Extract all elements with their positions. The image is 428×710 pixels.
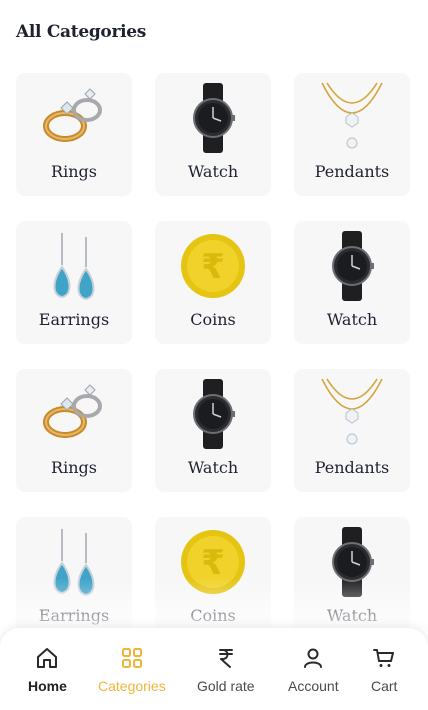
category-label: Coins (190, 310, 236, 329)
nav-label-gold-rate: Gold rate (197, 678, 255, 694)
rupee-icon (218, 649, 233, 668)
category-card[interactable]: Earrings (16, 517, 132, 640)
category-card[interactable]: ₹ Coins (155, 221, 271, 344)
category-label: Watch (187, 162, 239, 181)
category-label: Rings (51, 162, 97, 181)
category-grid: Rings Watch Pendants Earrings ₹ Coins Wa… (16, 73, 412, 640)
category-card[interactable]: Earrings (16, 221, 132, 344)
category-card[interactable]: ₹ Coins (155, 517, 271, 640)
ring-icon (16, 377, 132, 451)
ring-icon (16, 81, 132, 155)
category-label: Watch (187, 458, 239, 477)
category-label: Pendants (314, 162, 390, 181)
bottom-nav: Home Categories Gold rate Account Cart (0, 628, 428, 710)
nav-item-gold-rate[interactable]: Gold rate (197, 646, 255, 694)
category-label: Coins (190, 606, 236, 625)
earring-icon (16, 229, 132, 303)
watch-icon (155, 377, 271, 451)
category-label: Watch (326, 310, 378, 329)
svg-text:₹: ₹ (201, 247, 225, 287)
earring-icon (16, 525, 132, 599)
nav-label-cart: Cart (371, 678, 398, 694)
category-label: Rings (51, 458, 97, 477)
category-card[interactable]: Pendants (294, 73, 410, 196)
category-card[interactable]: Watch (294, 517, 410, 640)
pendant-icon (294, 81, 410, 155)
cart-icon (373, 649, 395, 667)
svg-text:₹: ₹ (201, 543, 225, 583)
category-label: Earrings (38, 606, 110, 625)
coin-icon: ₹ (155, 229, 271, 303)
category-label: Earrings (38, 310, 110, 329)
category-label: Pendants (314, 458, 390, 477)
user-icon (304, 648, 323, 668)
category-card[interactable]: Watch (155, 369, 271, 492)
category-card[interactable]: Rings (16, 369, 132, 492)
category-label: Watch (326, 606, 378, 625)
pendant-icon (294, 377, 410, 451)
nav-label-account: Account (288, 678, 339, 694)
nav-item-home[interactable]: Home (28, 646, 67, 694)
watch-icon (294, 525, 410, 599)
coin-icon: ₹ (155, 525, 271, 599)
page-title: All Categories (16, 22, 147, 42)
nav-item-cart[interactable]: Cart (371, 646, 397, 694)
category-card[interactable]: Watch (294, 221, 410, 344)
home-icon (37, 648, 58, 668)
watch-icon (294, 229, 410, 303)
watch-icon (155, 81, 271, 155)
category-card[interactable]: Pendants (294, 369, 410, 492)
category-card[interactable]: Rings (16, 73, 132, 196)
grid-icon (121, 648, 142, 668)
nav-item-account[interactable]: Account (288, 646, 339, 694)
nav-label-categories: Categories (98, 678, 166, 694)
nav-label-home: Home (28, 678, 67, 694)
nav-item-categories[interactable]: Categories (98, 646, 166, 694)
category-card[interactable]: Watch (155, 73, 271, 196)
